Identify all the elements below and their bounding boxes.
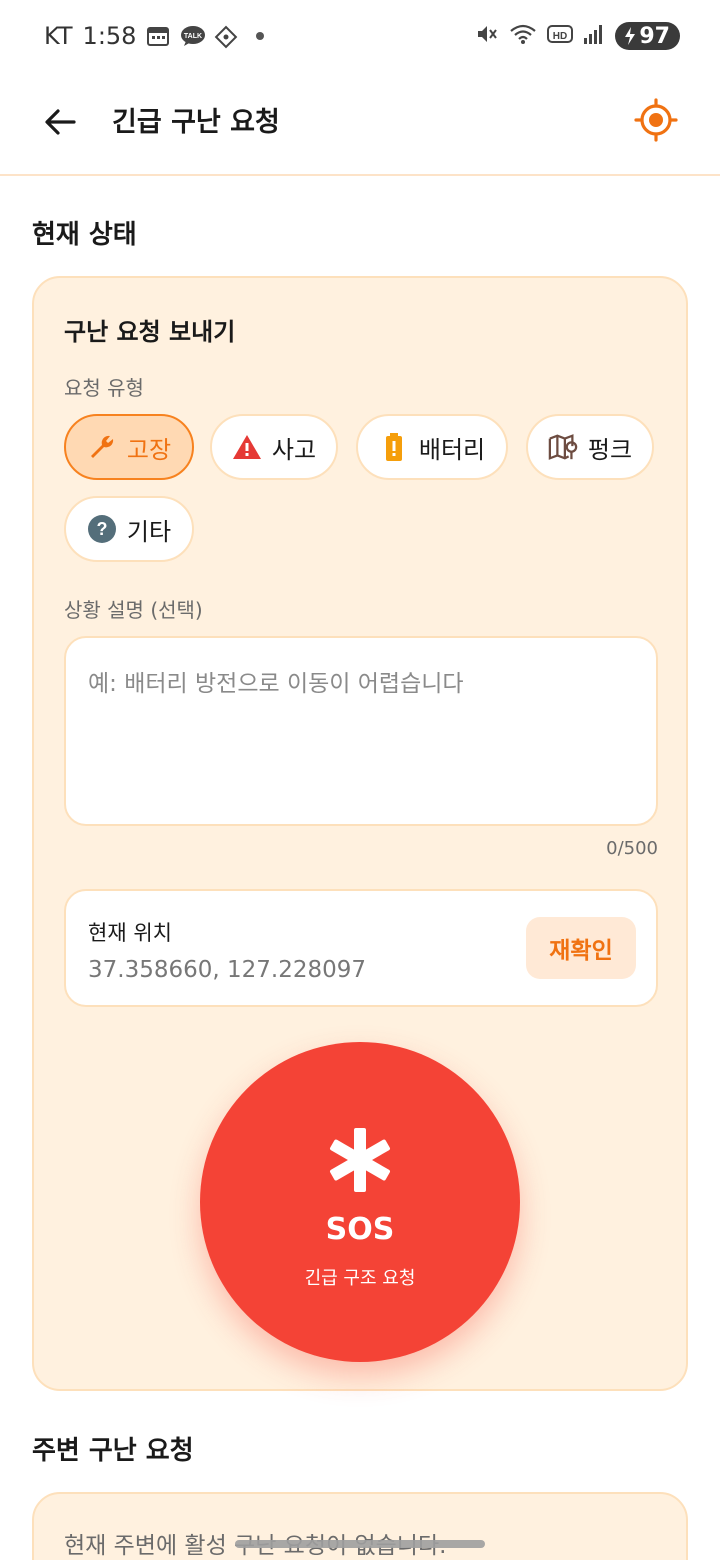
rescue-request-card: 구난 요청 보내기 요청 유형 고장 사고 배터리 펑크 ? 기타 상황 설명 …: [32, 276, 688, 1391]
clock: 1:58: [82, 22, 137, 50]
warning-icon: [232, 432, 262, 462]
type-chip-battery[interactable]: 배터리: [356, 414, 508, 480]
wrench-icon: [87, 432, 117, 462]
description-input[interactable]: 예: 배터리 방전으로 이동이 어렵습니다: [64, 636, 658, 826]
signal-icon: [583, 23, 605, 49]
hd-icon: HD: [547, 23, 574, 49]
location-label: 현재 위치: [88, 921, 172, 945]
battery-percent: 97: [639, 23, 670, 49]
app-diamond-icon: [214, 25, 238, 49]
char-counter: 0/500: [606, 838, 658, 859]
crosshair-location-icon: [634, 98, 678, 142]
status-bar: KT 1:58 TALK HD 97: [0, 0, 720, 72]
sos-button[interactable]: SOS 긴급 구조 요청: [200, 1042, 520, 1362]
my-location-button[interactable]: [632, 96, 680, 144]
svg-text:TALK: TALK: [184, 33, 202, 40]
type-chip-label: 배터리: [418, 435, 486, 464]
asterisk-icon: [330, 1128, 390, 1192]
status-left: KT 1:58 TALK: [44, 22, 265, 50]
type-chip-label: 펑크: [587, 435, 633, 464]
battery-indicator: 97: [615, 22, 680, 50]
type-chip-label: 고장: [126, 435, 172, 464]
battery-icon: [379, 432, 409, 462]
section-title-current-status: 현재 상태: [32, 220, 137, 250]
type-chip-label: 사고: [271, 435, 317, 464]
request-type-label: 요청 유형: [64, 376, 144, 400]
sos-sub-label: 긴급 구조 요청: [304, 1268, 416, 1289]
calendar-icon: [146, 25, 170, 47]
svg-text:?: ?: [96, 519, 107, 539]
back-button[interactable]: [36, 98, 84, 146]
wifi-icon: [509, 22, 537, 50]
arrow-back-icon: [45, 109, 76, 135]
svg-text:HD: HD: [553, 31, 567, 42]
sos-label: SOS: [325, 1212, 395, 1247]
more-dot-icon: [256, 32, 265, 40]
type-chip-breakdown[interactable]: 고장: [64, 414, 194, 480]
recheck-location-button[interactable]: 재확인: [526, 917, 636, 979]
section-title-nearby: 주변 구난 요청: [32, 1436, 194, 1466]
tire-location-icon: [548, 432, 578, 462]
description-label: 상황 설명 (선택): [64, 598, 203, 622]
help-icon: ?: [87, 514, 117, 544]
description-placeholder: 예: 배터리 방전으로 이동이 어렵습니다: [88, 671, 464, 697]
home-indicator[interactable]: [235, 1540, 485, 1548]
charging-bolt-icon: [625, 27, 636, 45]
card-title: 구난 요청 보내기: [64, 318, 236, 346]
type-chip-flat-tire[interactable]: 펑크: [526, 414, 654, 480]
talk-icon: TALK: [180, 25, 206, 47]
type-chip-accident[interactable]: 사고: [210, 414, 338, 480]
carrier-label: KT: [44, 22, 73, 50]
nearby-requests-card: 현재 주변에 활성 구난 요청이 없습니다.: [32, 1492, 688, 1560]
page-title: 긴급 구난 요청: [112, 107, 280, 138]
type-chip-label: 기타: [126, 517, 172, 546]
type-chip-other[interactable]: ? 기타: [64, 496, 194, 562]
app-bar: 긴급 구난 요청: [0, 72, 720, 176]
mute-icon: [475, 22, 499, 50]
status-right: HD 97: [475, 22, 680, 50]
current-location-box: 현재 위치 37.358660, 127.228097 재확인: [64, 889, 658, 1007]
location-coordinates: 37.358660, 127.228097: [88, 957, 367, 983]
